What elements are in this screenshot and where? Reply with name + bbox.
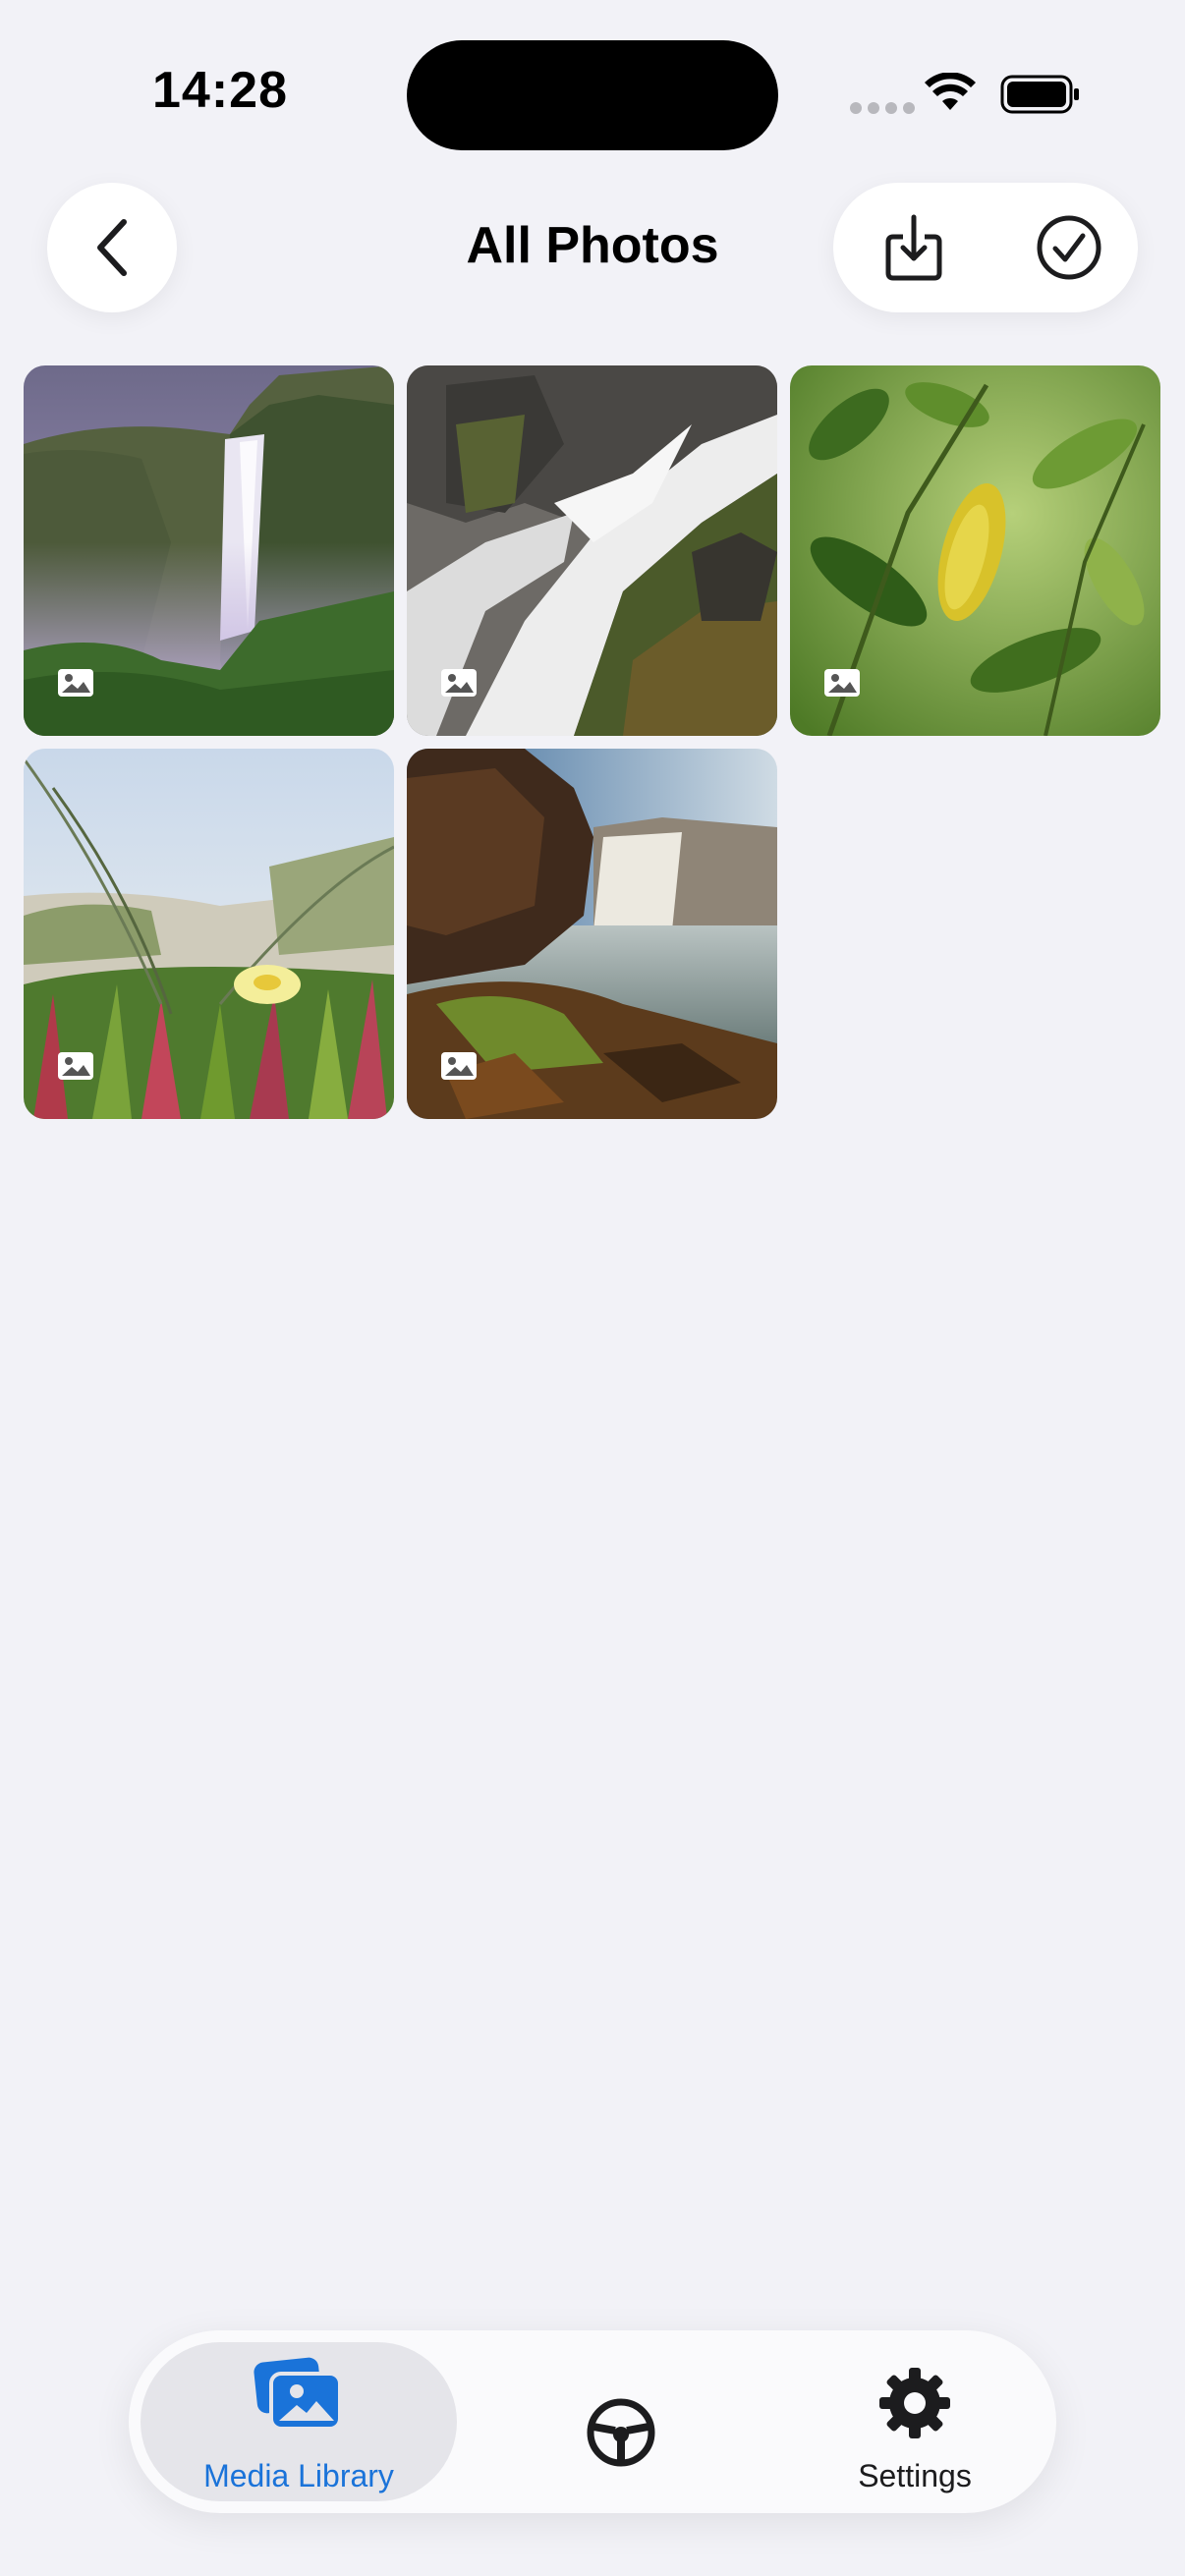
photo-tile[interactable] — [407, 749, 777, 1119]
checkmark-circle-icon — [1037, 215, 1101, 280]
wifi-icon — [925, 73, 976, 110]
gear-icon — [879, 2368, 950, 2438]
tab-settings-label: Settings — [858, 2458, 972, 2493]
photos-stack-icon — [254, 2357, 342, 2431]
tab-media-library-label: Media Library — [203, 2458, 394, 2493]
tab-media-library[interactable]: Media Library — [141, 2342, 457, 2501]
header-actions — [833, 183, 1138, 312]
tab-drive[interactable] — [532, 2342, 708, 2501]
photo-tile[interactable] — [24, 749, 394, 1119]
steering-wheel-icon — [587, 2398, 655, 2467]
photo-tile[interactable] — [24, 365, 394, 736]
image-type-icon — [441, 669, 477, 697]
cellular-signal-icon — [850, 102, 915, 114]
tab-bar: Media Library Settings — [129, 2330, 1056, 2513]
battery-icon — [1000, 75, 1079, 114]
dynamic-island — [407, 40, 778, 150]
image-type-icon — [58, 669, 93, 697]
image-type-icon — [58, 1052, 93, 1080]
image-type-icon — [441, 1052, 477, 1080]
image-type-icon — [824, 669, 860, 697]
select-button[interactable] — [1030, 208, 1108, 287]
photo-tile[interactable] — [407, 365, 777, 736]
photo-tile[interactable] — [790, 365, 1160, 736]
download-icon — [885, 214, 942, 281]
download-button[interactable] — [875, 208, 953, 287]
tab-settings[interactable]: Settings — [797, 2342, 1033, 2501]
status-time: 14:28 — [152, 62, 288, 119]
